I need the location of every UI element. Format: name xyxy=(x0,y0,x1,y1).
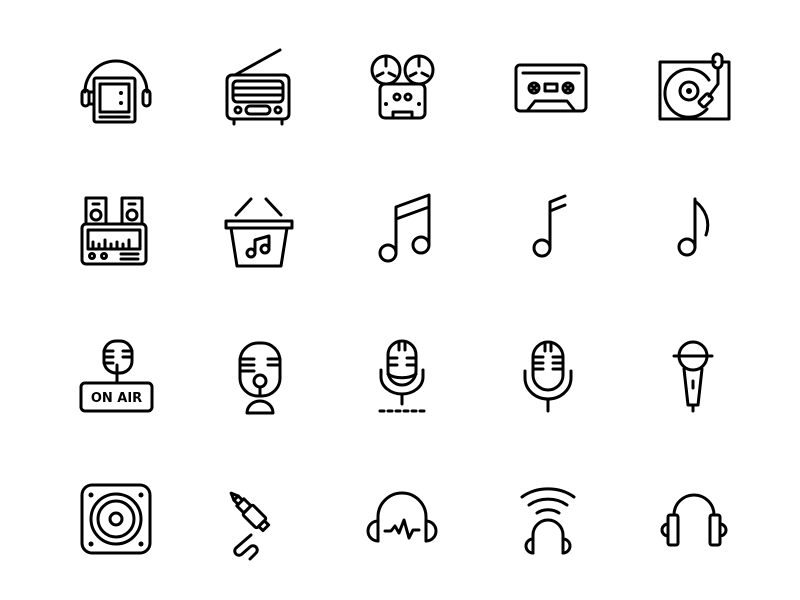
speaker-icon xyxy=(71,475,161,565)
headphones-icon xyxy=(649,475,739,565)
walkman-headphones-icon xyxy=(71,42,161,132)
handheld-microphone-icon xyxy=(649,333,739,423)
sixteenth-note-icon xyxy=(503,187,593,277)
vintage-microphone-icon xyxy=(503,333,593,423)
music-basket-icon xyxy=(213,187,303,277)
beamed-notes-icon xyxy=(357,187,447,277)
eighth-note-icon xyxy=(649,187,739,277)
cassette-tape-icon xyxy=(503,42,593,132)
headphones-waveform-icon xyxy=(357,475,447,565)
wireless-headphones-icon xyxy=(503,475,593,565)
turntable-icon xyxy=(649,42,739,132)
on-air-microphone-icon: ON AIR xyxy=(71,333,161,423)
podcast-microphone-icon xyxy=(213,333,303,423)
audio-jack-icon xyxy=(213,475,303,565)
vintage-radio-icon xyxy=(213,42,303,132)
reel-to-reel-icon xyxy=(357,42,447,132)
on-air-badge-text: ON AIR xyxy=(91,391,142,406)
stereo-system-icon xyxy=(71,187,161,277)
studio-microphone-icon xyxy=(357,333,447,423)
